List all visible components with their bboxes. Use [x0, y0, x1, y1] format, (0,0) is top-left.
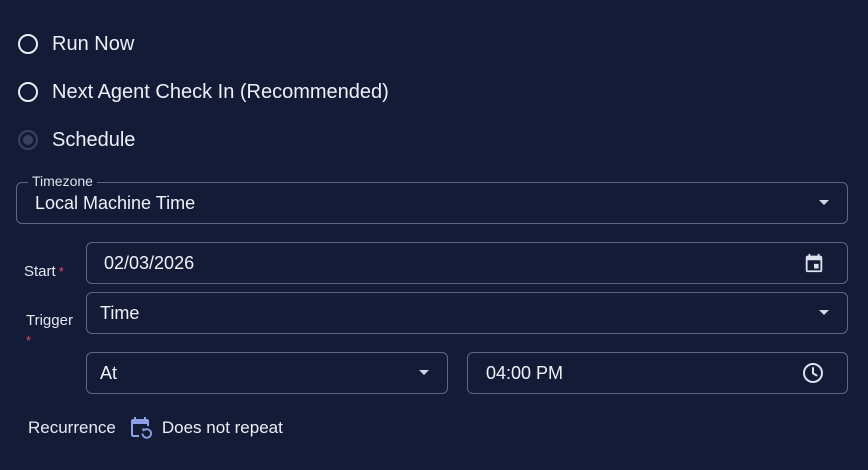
radio-dot: [23, 135, 33, 145]
trigger-select[interactable]: Time: [86, 292, 848, 334]
time-input[interactable]: 04:00 PM: [467, 352, 848, 394]
time-value: 04:00 PM: [486, 362, 564, 383]
start-date-value: 02/03/2026: [104, 252, 195, 273]
radio-schedule[interactable]: Schedule: [18, 126, 135, 154]
recurrence-value[interactable]: Does not repeat: [162, 418, 283, 438]
timezone-value: Local Machine Time: [35, 192, 196, 213]
at-select[interactable]: At: [86, 352, 448, 394]
trigger-value: Time: [100, 302, 140, 323]
calendar-repeat-icon[interactable]: [128, 415, 154, 441]
recurrence-row: Recurrence Does not repeat: [28, 414, 283, 442]
radio-run-now[interactable]: Run Now: [18, 30, 134, 58]
timezone-legend: Timezone: [28, 173, 97, 189]
required-marker: *: [26, 333, 32, 348]
timezone-select[interactable]: Timezone Local Machine Time: [16, 173, 848, 224]
at-value: At: [100, 362, 118, 383]
radio-label: Schedule: [52, 128, 136, 151]
radio-checked-icon: [18, 130, 38, 150]
clock-icon[interactable]: [801, 361, 825, 385]
chevron-down-icon: [419, 370, 429, 375]
chevron-down-icon: [819, 310, 829, 315]
required-marker: *: [58, 264, 64, 279]
radio-unchecked-icon: [18, 82, 38, 102]
calendar-icon[interactable]: [803, 252, 825, 274]
trigger-label: Trigger *: [26, 311, 73, 351]
start-label-text: Start: [24, 263, 56, 280]
start-label: Start *: [24, 263, 64, 280]
chevron-down-icon: [819, 200, 829, 205]
start-date-input[interactable]: 02/03/2026: [86, 242, 848, 284]
radio-label: Run Now: [52, 32, 135, 55]
radio-unchecked-icon: [18, 34, 38, 54]
radio-next-agent-check-in[interactable]: Next Agent Check In (Recommended): [18, 78, 389, 106]
recurrence-label: Recurrence: [28, 418, 116, 437]
trigger-label-text: Trigger: [26, 312, 73, 329]
radio-label: Next Agent Check In (Recommended): [52, 80, 389, 103]
